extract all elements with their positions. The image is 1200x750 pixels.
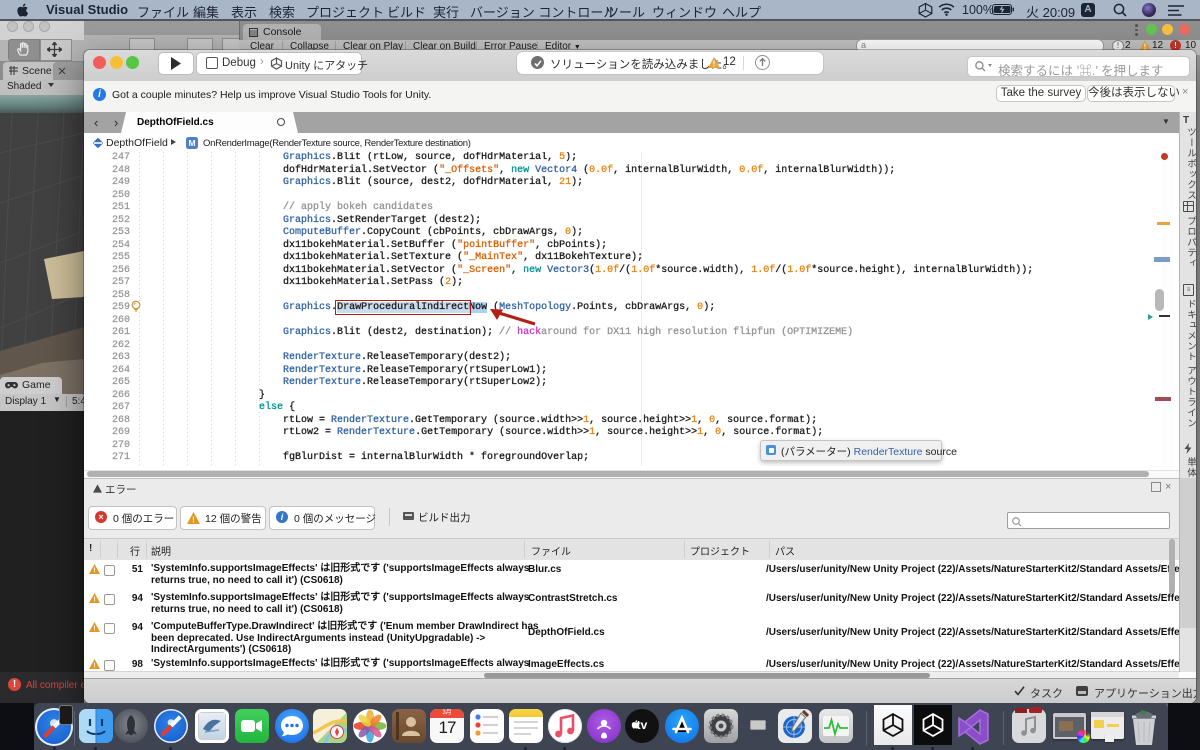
svg-text:!: ! (192, 514, 195, 524)
svg-text:!: ! (713, 59, 716, 68)
svg-text:!: ! (93, 661, 95, 669)
svg-text:!: ! (93, 566, 95, 574)
svg-text:!: ! (93, 595, 95, 603)
svg-text:!: ! (93, 624, 95, 632)
